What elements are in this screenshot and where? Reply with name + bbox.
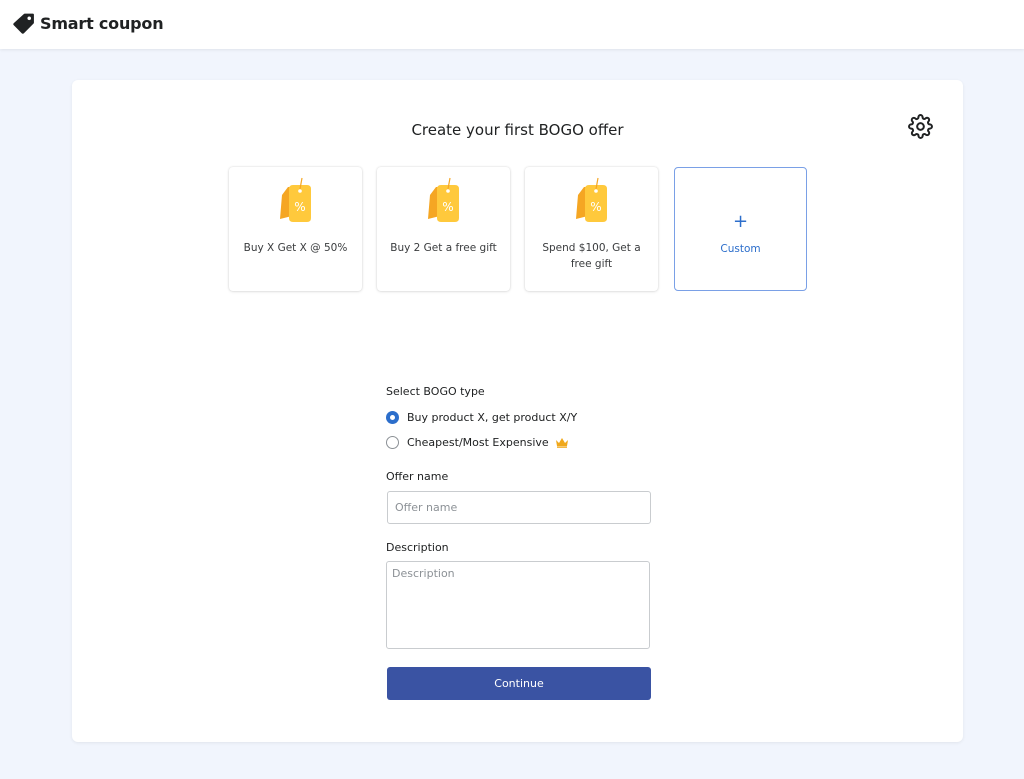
template-card-buy-x-get-x[interactable]: % Buy X Get X @ 50% <box>229 167 362 291</box>
description-textarea[interactable] <box>386 561 650 649</box>
discount-tag-icon: % <box>576 177 607 222</box>
svg-text:%: % <box>442 200 453 214</box>
top-bar: Smart coupon <box>0 0 1024 49</box>
svg-text:%: % <box>294 200 305 214</box>
radio-cheapest-most-expensive[interactable]: Cheapest/Most Expensive <box>386 436 569 449</box>
template-card-spend-100-free-gift[interactable]: % Spend $100, Get a free gift <box>525 167 658 291</box>
radio-label: Buy product X, get product X/Y <box>407 411 578 424</box>
template-label: Buy X Get X @ 50% <box>243 242 348 254</box>
template-label: Custom <box>720 243 761 255</box>
svg-text:%: % <box>590 200 601 214</box>
template-label: Buy 2 Get a free gift <box>390 242 497 254</box>
main-card: Create your first BOGO offer % Buy X Get… <box>72 80 963 742</box>
offer-name-input[interactable] <box>387 491 651 524</box>
radio-selected[interactable] <box>386 411 399 424</box>
template-label: Spend $100, Get a free gift <box>542 242 641 270</box>
discount-tag-icon: % <box>280 177 311 222</box>
app-title: Smart coupon <box>40 14 164 33</box>
page-title: Create your first BOGO offer <box>411 121 624 139</box>
radio-unselected[interactable] <box>386 436 399 449</box>
offer-name-label: Offer name <box>386 470 449 483</box>
radio-buy-x-get-xy[interactable]: Buy product X, get product X/Y <box>386 411 577 424</box>
radio-label: Cheapest/Most Expensive <box>407 436 549 449</box>
crown-icon <box>555 438 568 448</box>
continue-button[interactable]: Continue <box>387 667 651 700</box>
description-label: Description <box>386 541 449 554</box>
discount-tag-icon: % <box>428 177 459 222</box>
template-card-custom[interactable]: + Custom <box>674 167 807 291</box>
tag-icon <box>13 13 34 34</box>
template-card-buy-2-free-gift[interactable]: % Buy 2 Get a free gift <box>377 167 510 291</box>
plus-icon: + <box>732 211 749 232</box>
bogo-type-label: Select BOGO type <box>386 385 485 398</box>
